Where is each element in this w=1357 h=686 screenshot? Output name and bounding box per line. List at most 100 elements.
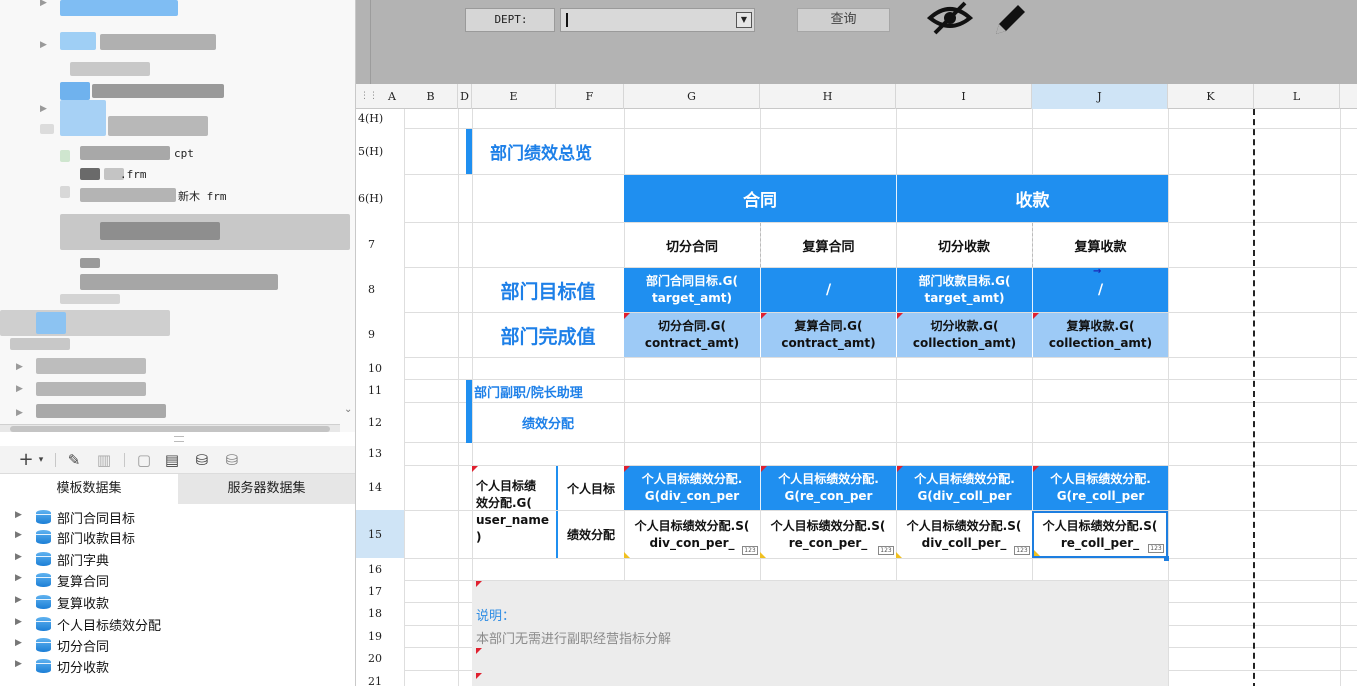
scrollbar-thumb[interactable]: [10, 426, 330, 432]
target-collection-cell[interactable]: 部门收款目标.G( target_amt): [896, 268, 1032, 312]
r15-j-cell-selected[interactable]: 个人目标绩效分配.S( re_coll_per_ 123: [1032, 511, 1168, 558]
collection-group-header[interactable]: 收款: [896, 175, 1168, 222]
tree-item-redacted[interactable]: [80, 146, 170, 160]
done-recalc-collection-cell[interactable]: 复算收款.G( collection_amt): [1032, 313, 1168, 357]
column-header-f[interactable]: F: [556, 84, 624, 109]
tab-template-datasets[interactable]: 模板数据集: [0, 474, 178, 504]
expand-icon[interactable]: ▶: [15, 510, 22, 520]
r14-h-cell[interactable]: 个人目标绩效分配. G(re_con_per: [760, 466, 896, 510]
preview-icon[interactable]: ▢: [134, 450, 154, 470]
tree-expand-icon[interactable]: ▶: [40, 40, 47, 50]
column-header-b[interactable]: B: [404, 84, 458, 109]
row-header[interactable]: 18: [356, 602, 404, 625]
expand-icon[interactable]: ▶: [15, 573, 22, 583]
expand-icon[interactable]: ▶: [15, 659, 22, 669]
dataset-item[interactable]: ▶ 部门收款目标: [0, 527, 355, 547]
row-header[interactable]: 9: [356, 312, 404, 357]
row-header[interactable]: 5(H): [356, 128, 404, 174]
target-contract-cell[interactable]: 部门合同目标.G( target_amt): [624, 268, 760, 312]
r14-i-cell[interactable]: 个人目标绩效分配. G(div_coll_per: [896, 466, 1032, 510]
tree-item-redacted[interactable]: [80, 274, 278, 290]
split-collection-header[interactable]: 切分收款: [896, 223, 1032, 267]
grid-corner-icon[interactable]: ⋮⋮: [360, 91, 378, 101]
tree-item-redacted[interactable]: [70, 62, 150, 76]
row-header[interactable]: 8: [356, 267, 404, 312]
tree-expand-icon[interactable]: ▶: [40, 0, 47, 8]
pencil-icon[interactable]: [988, 0, 1028, 36]
dropdown-button[interactable]: ▼: [736, 12, 752, 28]
tree-item-redacted[interactable]: [10, 338, 70, 350]
dataset-item[interactable]: ▶ 切分合同: [0, 635, 355, 655]
column-header-a[interactable]: A: [380, 84, 404, 109]
recalc-contract-header[interactable]: 复算合同: [760, 223, 896, 267]
row-header[interactable]: 21: [356, 670, 404, 686]
file-suffix[interactable]: cpt: [174, 147, 194, 160]
row-header[interactable]: 19: [356, 625, 404, 647]
file-suffix[interactable]: 新木 frm: [178, 188, 227, 204]
row-header[interactable]: 17: [356, 580, 404, 602]
expand-icon[interactable]: ▶: [15, 638, 22, 648]
target-recalc-contract-cell[interactable]: /: [760, 268, 896, 312]
eye-slash-icon[interactable]: [927, 0, 973, 36]
column-header-d[interactable]: D: [458, 84, 472, 109]
query-button[interactable]: 查询: [797, 8, 890, 32]
row-header[interactable]: 7: [356, 222, 404, 267]
row-header-selected[interactable]: 15: [356, 510, 404, 558]
r15-i-cell[interactable]: 个人目标绩效分配.S( div_coll_per_ 123: [896, 511, 1032, 558]
dept-done-label[interactable]: 部门完成值: [472, 313, 624, 357]
horizontal-scrollbar[interactable]: [0, 424, 340, 432]
r15-h-cell[interactable]: 个人目标绩效分配.S( re_con_per_ 123: [760, 511, 896, 558]
row-header[interactable]: 13: [356, 442, 404, 465]
dept-target-label[interactable]: 部门目标值: [472, 268, 624, 312]
r14-j-cell[interactable]: 个人目标绩效分配. G(re_coll_per: [1032, 466, 1168, 510]
tree-item-redacted[interactable]: [80, 258, 100, 268]
tree-expand-icon[interactable]: ▶: [16, 384, 23, 394]
deputy-title-line2[interactable]: 绩效分配: [472, 403, 624, 442]
tree-item-redacted[interactable]: [100, 34, 216, 50]
tree-item-redacted[interactable]: [36, 382, 146, 396]
expand-icon[interactable]: ▶: [15, 595, 22, 605]
edit-dataset-icon[interactable]: ▤: [162, 450, 182, 470]
deputy-title[interactable]: 部门副职/院长助理: [472, 380, 624, 402]
selection-fill-handle[interactable]: [1164, 556, 1169, 561]
column-header-g[interactable]: G: [624, 84, 760, 109]
dataset-item[interactable]: ▶ 部门合同目标: [0, 507, 355, 527]
dept-input[interactable]: ▼: [560, 8, 755, 32]
row-header[interactable]: 20: [356, 647, 404, 670]
personal-target-label[interactable]: 个人目标: [556, 466, 624, 510]
column-header-l[interactable]: L: [1254, 84, 1340, 109]
tree-item-redacted[interactable]: [80, 188, 176, 202]
row-header[interactable]: 4(H): [356, 109, 404, 128]
column-header-j[interactable]: J: [1032, 84, 1168, 109]
tree-item-redacted[interactable]: [60, 0, 178, 16]
chevron-down-icon[interactable]: ▾: [31, 450, 51, 470]
tree-expand-icon[interactable]: ▶: [40, 104, 47, 114]
tree-item-redacted[interactable]: [0, 310, 170, 336]
row-header[interactable]: 6(H): [356, 174, 404, 222]
delete-icon[interactable]: ▥: [94, 450, 114, 470]
expand-icon[interactable]: ▶: [15, 617, 22, 627]
person-field-cell[interactable]: 个人目标绩 效分配.G( user_name ): [472, 466, 556, 558]
expand-icon[interactable]: ▶: [15, 552, 22, 562]
dataset-item[interactable]: ▶ 复算合同: [0, 570, 355, 590]
tree-item-redacted[interactable]: [80, 168, 100, 180]
column-header-i[interactable]: I: [896, 84, 1032, 109]
row-header[interactable]: 16: [356, 558, 404, 580]
column-header-e[interactable]: E: [472, 84, 556, 109]
template-tree[interactable]: ▶ ▶ ▶ cpt .frm 新木 frm ▶ ▶ ▶ ⌄: [0, 0, 355, 432]
dataset-item[interactable]: ▶ 复算收款: [0, 592, 355, 612]
splitter-grip[interactable]: [174, 436, 184, 442]
r15-g-cell[interactable]: 个人目标绩效分配.S( div_con_per_ 123: [624, 511, 760, 558]
edit-icon[interactable]: ✎: [64, 450, 84, 470]
r14-g-cell[interactable]: 个人目标绩效分配. G(div_con_per: [624, 466, 760, 510]
tab-server-datasets[interactable]: 服务器数据集: [178, 474, 355, 504]
note-label[interactable]: 说明：: [476, 603, 776, 625]
dataset-item[interactable]: ▶ 部门字典: [0, 549, 355, 569]
scroll-down-icon[interactable]: ⌄: [344, 404, 352, 415]
row-header[interactable]: 10: [356, 357, 404, 379]
dataset-item[interactable]: ▶ 个人目标绩效分配: [0, 614, 355, 634]
report-grid[interactable]: ⋮⋮ A B D E F G H I J K L 4(H) 5(H) 6(H) …: [356, 84, 1357, 686]
file-suffix[interactable]: .frm: [120, 168, 147, 181]
contract-group-header[interactable]: 合同: [624, 175, 896, 222]
tree-item-redacted[interactable]: [108, 116, 208, 136]
